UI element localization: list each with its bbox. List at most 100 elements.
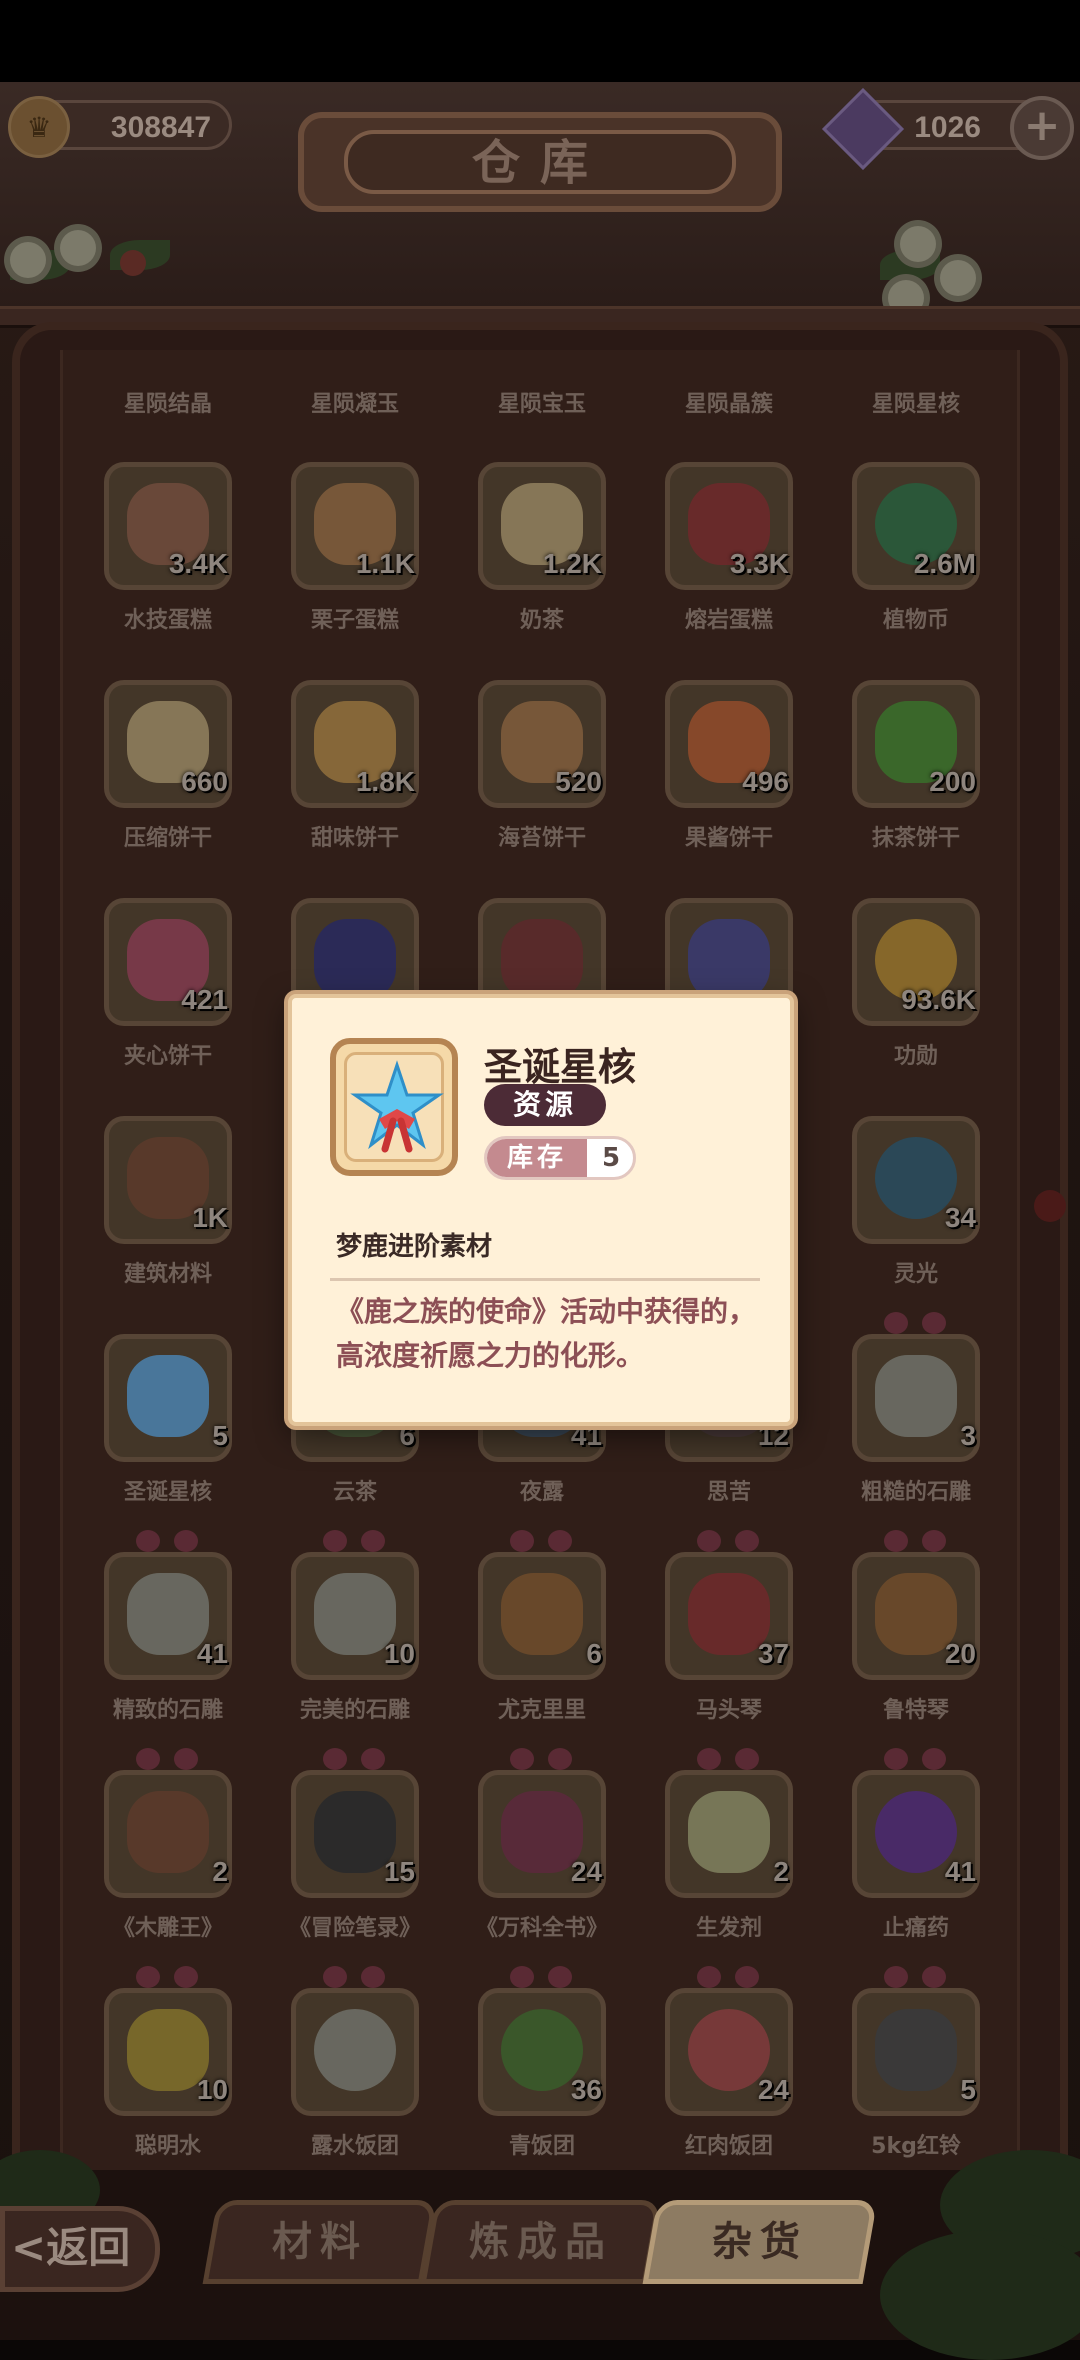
item-label: 夜露 <box>519 1480 564 1505</box>
tab-label: 炼成品 <box>469 2219 613 2265</box>
item-label: 云茶 <box>332 1480 377 1505</box>
item-label: 聪明水 <box>134 2134 201 2159</box>
popup-item-name: 圣诞星核 <box>484 1045 637 1089</box>
inventory-slot[interactable]: 10 聪明水 <box>72 1966 260 2198</box>
inventory-slot[interactable]: 15 《冒险笔录》 <box>259 1748 447 1980</box>
item-label: 精致的石雕 <box>112 1698 223 1723</box>
inventory-slot[interactable]: 星陨晶簇 <box>633 250 821 420</box>
inventory-slot[interactable]: 1.8K 甜味饼干 <box>259 680 447 890</box>
item-label: 5kg红铃 <box>871 2134 961 2159</box>
item-count: 37 <box>757 1638 789 1669</box>
inventory-slot[interactable]: 1K 建筑材料 <box>72 1116 260 1326</box>
inventory-slot[interactable]: 10 完美的石雕 <box>259 1530 447 1762</box>
item-count: 5 <box>960 2074 976 2105</box>
inventory-slot[interactable]: 200 抹茶饼干 <box>820 680 1008 890</box>
inventory-slot[interactable]: 6 尤克里里 <box>446 1530 634 1762</box>
inventory-slot[interactable]: 2.6M 植物币 <box>820 462 1008 672</box>
item-label: 《木雕王》 <box>112 1916 223 1941</box>
stock-value: 5 <box>601 1143 621 1173</box>
item-count: 1K <box>192 1202 228 1233</box>
inventory-slot[interactable]: 星陨星核 <box>820 250 1008 420</box>
item-frame <box>291 1988 419 2116</box>
item-label: 熔岩蛋糕 <box>684 608 773 633</box>
inventory-slot[interactable]: 星陨宝玉 <box>446 250 634 420</box>
item-label: 星陨凝玉 <box>310 392 399 417</box>
item-count: 93.6K <box>901 984 976 1015</box>
item-count: 660 <box>181 766 228 797</box>
item-label: 鲁特琴 <box>882 1698 949 1723</box>
christmas-star-icon <box>350 1060 444 1153</box>
inventory-slot[interactable]: 660 压缩饼干 <box>72 680 260 890</box>
item-label: 《万科全书》 <box>475 1916 608 1941</box>
item-count: 41 <box>196 1638 228 1669</box>
inventory-slot[interactable]: 1.1K 栗子蛋糕 <box>259 462 447 672</box>
stock-label: 库存 <box>487 1139 587 1177</box>
inventory-slot[interactable]: 93.6K 功勋 <box>820 898 1008 1108</box>
item-label: 建筑材料 <box>123 1262 212 1287</box>
item-count: 496 <box>742 766 789 797</box>
inventory-slot[interactable]: 3.3K 熔岩蛋糕 <box>633 462 821 672</box>
item-label: 《冒险笔录》 <box>288 1916 421 1941</box>
item-type-badge: 资源 <box>484 1084 606 1126</box>
inventory-slot[interactable]: 2 《木雕王》 <box>72 1748 260 1980</box>
item-label: 粗糙的石雕 <box>860 1480 971 1505</box>
item-label: 甜味饼干 <box>310 826 399 851</box>
back-button[interactable]: <返回 <box>0 2206 160 2292</box>
popup-divider <box>330 1278 760 1281</box>
tab-label: 材料 <box>272 2219 368 2265</box>
item-count: 3 <box>960 1420 976 1451</box>
popup-subtitle: 梦鹿进阶素材 <box>336 1232 493 1262</box>
item-label: 止痛药 <box>882 1916 949 1941</box>
inventory-slot[interactable]: 496 果酱饼干 <box>633 680 821 890</box>
item-label: 果酱饼干 <box>684 826 773 851</box>
item-count: 1.8K <box>355 766 415 797</box>
inventory-slot[interactable]: 36 青饭团 <box>446 1966 634 2198</box>
inventory-slot[interactable]: 24 红肉饭团 <box>633 1966 821 2198</box>
inventory-slot[interactable]: 3 粗糙的石雕 <box>820 1312 1008 1544</box>
scroll-icon <box>688 919 770 1001</box>
item-label: 功勋 <box>893 1044 938 1069</box>
item-label: 尤克里里 <box>497 1698 586 1723</box>
inventory-slot[interactable]: 41 精致的石雕 <box>72 1530 260 1762</box>
inventory-slot[interactable]: 1.2K 奶茶 <box>446 462 634 672</box>
item-detail-popup: 圣诞星核 资源 库存 5 梦鹿进阶素材 《鹿之族的使命》活动中获得的，高浓度祈愿… <box>288 994 794 1426</box>
inventory-slot[interactable]: 星陨凝玉 <box>259 250 447 420</box>
inventory-slot[interactable]: 520 海苔饼干 <box>446 680 634 890</box>
item-label: 星陨晶簇 <box>684 392 773 417</box>
item-label: 思苦 <box>706 1480 751 1505</box>
inventory-slot[interactable]: 421 夹心饼干 <box>72 898 260 1108</box>
inventory-slot[interactable]: 41 止痛药 <box>820 1748 1008 1980</box>
item-count: 36 <box>570 2074 602 2105</box>
item-count: 1.1K <box>355 548 415 579</box>
popup-description: 《鹿之族的使命》活动中获得的，高浓度祈愿之力的化形。 <box>336 1295 757 1372</box>
tab-materials[interactable]: 材料 <box>202 2200 438 2284</box>
item-label: 星陨星核 <box>871 392 960 417</box>
inventory-slot[interactable]: 37 马头琴 <box>633 1530 821 1762</box>
item-count: 41 <box>944 1856 976 1887</box>
inventory-slot[interactable]: 2 生发剂 <box>633 1748 821 1980</box>
item-label: 抹茶饼干 <box>871 826 960 851</box>
item-label: 露水饭团 <box>310 2134 399 2159</box>
item-label: 青饭团 <box>508 2134 575 2159</box>
item-count: 1.2K <box>542 548 602 579</box>
item-count: 200 <box>929 766 976 797</box>
item-label: 星陨结晶 <box>123 392 212 417</box>
item-count: 3.4K <box>168 548 228 579</box>
tab-misc[interactable]: 杂货 <box>642 2200 878 2284</box>
inventory-slot[interactable]: 24 《万科全书》 <box>446 1748 634 1980</box>
item-count: 421 <box>181 984 228 1015</box>
inventory-slot[interactable]: 5 圣诞星核 <box>72 1334 260 1544</box>
item-label: 水技蛋糕 <box>123 608 212 633</box>
inventory-slot[interactable]: 星陨结晶 <box>72 250 260 420</box>
item-label: 红肉饭团 <box>684 2134 773 2159</box>
inventory-slot[interactable]: 34 灵光 <box>820 1116 1008 1326</box>
item-count: 2.6M <box>913 548 976 579</box>
item-label: 海苔饼干 <box>497 826 586 851</box>
tab-crafted[interactable]: 炼成品 <box>420 2200 662 2284</box>
inventory-slot[interactable]: 20 鲁特琴 <box>820 1530 1008 1762</box>
inventory-slot[interactable]: 3.4K 水技蛋糕 <box>72 462 260 672</box>
inventory-slot[interactable]: 露水饭团 <box>259 1966 447 2198</box>
item-count: 520 <box>555 766 602 797</box>
rice-ball-icon <box>314 2009 396 2091</box>
item-label: 马头琴 <box>695 1698 762 1723</box>
